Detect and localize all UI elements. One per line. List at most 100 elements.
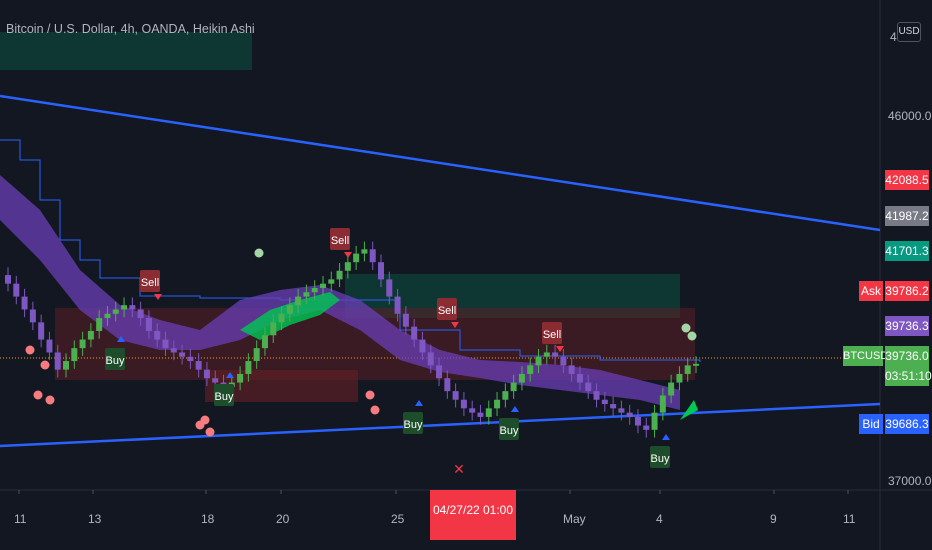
candle-body (87, 330, 94, 340)
time-tick-11-b: 11 (843, 512, 856, 526)
price-tick-46000: 46000.0 (888, 109, 932, 123)
candle-body (411, 326, 418, 340)
bearish-dot (25, 345, 35, 355)
candle-body (71, 348, 78, 362)
price-tick-37000: 37000.0 (888, 474, 932, 488)
candle-body (237, 373, 244, 383)
time-tick-4: 4 (656, 512, 663, 526)
candle-body (154, 330, 161, 340)
candle-body (568, 365, 575, 374)
bearish-dot (45, 395, 55, 405)
candle-body (328, 279, 335, 284)
time-tick-18: 18 (201, 512, 215, 526)
green-level-label: 41701.3 (885, 241, 929, 261)
candle-body (378, 262, 385, 280)
sell-arrow-icon (154, 294, 162, 300)
candle-body (162, 339, 169, 349)
bearish-dot (365, 390, 375, 400)
bearish-dot (40, 360, 50, 370)
buy-arrow-icon (662, 434, 670, 440)
candle-body (684, 365, 691, 374)
candle-body (121, 305, 128, 310)
candle-body (460, 399, 467, 409)
candle-body (402, 313, 409, 327)
candle-body (13, 283, 20, 297)
candle-body (510, 382, 517, 392)
candle-body (344, 262, 351, 271)
supply-zone-top (0, 32, 252, 70)
sell-signal-label: Sell (141, 277, 159, 289)
candle-body (286, 305, 293, 314)
candle-body (651, 412, 658, 430)
cross-mark-icon: ✕ (453, 462, 465, 478)
candle-body (270, 322, 277, 336)
currency-button[interactable]: USD (897, 22, 921, 42)
candle-body (38, 322, 45, 340)
candle-body (129, 305, 136, 310)
bid-value-label: 39686.3 (885, 414, 929, 434)
sell-signal-label: Sell (331, 235, 349, 247)
bearish-dot (205, 427, 215, 437)
candle-body (187, 356, 194, 362)
candle-body (626, 412, 633, 417)
candle-body (278, 313, 285, 323)
candle-body (353, 253, 360, 263)
candle-body (634, 416, 641, 426)
candle-body (436, 365, 443, 379)
buy-signal-label: Buy (651, 453, 670, 465)
candle-body (535, 356, 542, 366)
time-tick-11: 11 (14, 512, 27, 526)
candle-body (601, 399, 608, 405)
sell-signal-label: Sell (543, 329, 561, 341)
candle-body (585, 382, 592, 392)
sell-signal-label: Sell (438, 305, 456, 317)
candle-body (543, 352, 550, 357)
candle-body (79, 339, 86, 349)
purple-level-label: 39736.3 (885, 316, 929, 336)
candle-body (311, 287, 318, 293)
price-tick-partial: 4 (890, 30, 897, 44)
candle-body (46, 339, 53, 353)
sell-arrow-icon (344, 252, 352, 258)
ask-value-label: 39786.2 (885, 281, 929, 301)
time-tick-13: 13 (88, 512, 102, 526)
candle-body (63, 361, 70, 370)
last-close-label: 41987.2 (885, 206, 929, 226)
candle-body (552, 352, 559, 357)
candle-body (502, 391, 509, 400)
buy-signal-label: Buy (404, 419, 423, 431)
candle-body (386, 279, 393, 297)
candle-body (676, 373, 683, 383)
chart-title: Bitcoin / U.S. Dollar, 4h, OANDA, Heikin… (6, 22, 255, 36)
current-price-label: 39736.0 (885, 346, 929, 366)
candle-body (444, 378, 451, 392)
candle-body (560, 356, 567, 366)
candle-body (195, 361, 202, 370)
candle-body (203, 369, 210, 379)
ask-tag: Ask (859, 281, 883, 301)
bearish-dot (370, 405, 380, 415)
candle-body (618, 408, 625, 413)
candle-body (245, 361, 252, 374)
symbol-tag: BTCUSD (843, 346, 888, 366)
candle-body (295, 296, 302, 306)
candle-body (668, 382, 675, 396)
candle-body (145, 318, 152, 331)
candle-body (361, 249, 368, 254)
ascending-trendline (0, 402, 881, 448)
buy-signal-label: Buy (500, 425, 519, 437)
candle-body (394, 296, 401, 314)
candle-body (485, 408, 492, 417)
crosshair-date-label: 04/27/22 01:00 (430, 490, 516, 540)
candle-body (179, 352, 186, 357)
time-tick-9: 9 (770, 512, 777, 526)
bullish-dot (681, 323, 691, 333)
time-tick-25: 25 (391, 512, 405, 526)
bullish-dot (254, 248, 264, 258)
price-chart[interactable]: Sell Sell Sell Sell Buy Buy Buy Buy Buy ✕ (0, 0, 932, 550)
bid-tag: Bid (859, 414, 883, 434)
buy-arrow-icon (415, 400, 423, 406)
buy-signal-label: Buy (215, 391, 234, 403)
candle-body (527, 365, 534, 374)
candle-body (477, 412, 484, 417)
